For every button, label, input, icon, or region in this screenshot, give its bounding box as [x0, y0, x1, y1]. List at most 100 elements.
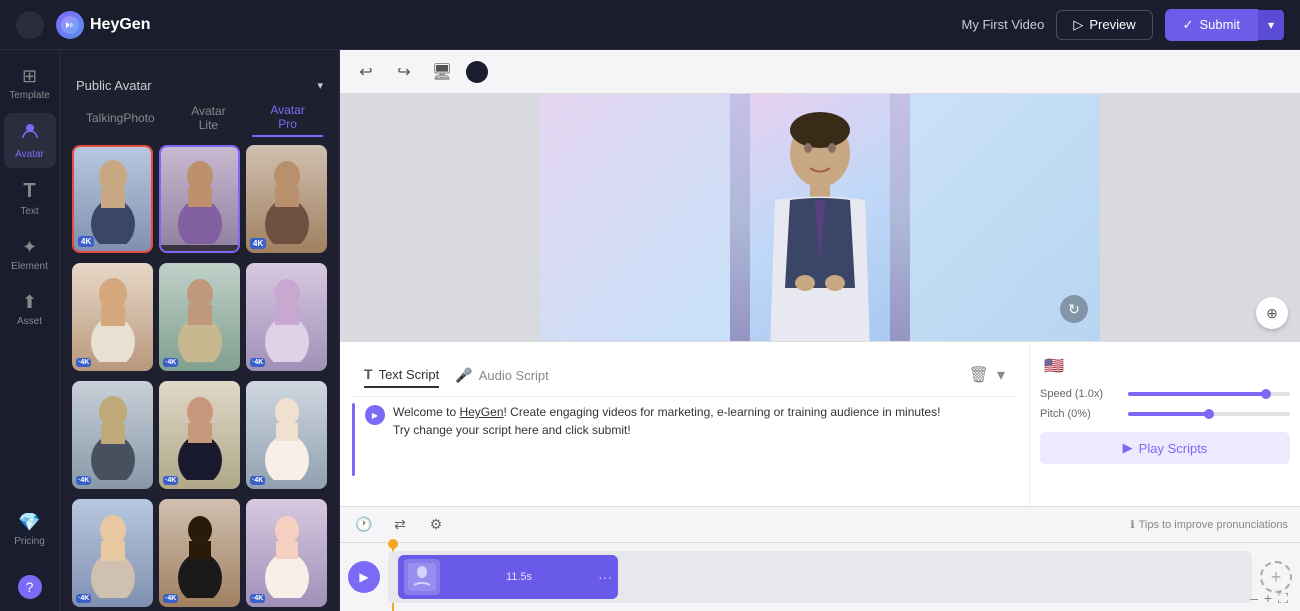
checkmark-icon: ✓ [1183, 17, 1194, 33]
badge-4k-5: ·4K [163, 358, 178, 367]
monitor-button[interactable]: 🖥 [428, 58, 456, 86]
tab-text-script[interactable]: T Text Script [364, 362, 439, 388]
panel-title [60, 50, 339, 72]
sidebar-label-avatar: Avatar [15, 149, 44, 160]
script-text-content[interactable]: Welcome to HeyGen! Create engaging video… [393, 403, 940, 476]
logo-icon [56, 11, 84, 39]
pricing-icon: 💎 [18, 512, 40, 533]
avatar-card-4[interactable]: ·4K [72, 263, 153, 371]
zoom-button[interactable]: ⊕ [1256, 297, 1288, 329]
badge-4k-7: ·4K [76, 476, 91, 485]
sidebar-item-avatar[interactable]: Avatar [4, 113, 56, 168]
zoom-in-icon[interactable]: + [1264, 590, 1272, 607]
text-script-icon: T [364, 366, 373, 382]
avatar-image-9 [246, 381, 327, 489]
script-right: 🇺🇸 Speed (1.0x) Pi [1030, 342, 1300, 506]
text-script-label: Text Script [379, 367, 440, 382]
script-play-icon[interactable]: ▶ [365, 405, 385, 425]
avatar-image-3 [246, 145, 327, 253]
fullscreen-icon[interactable]: ⛶ [1278, 590, 1288, 607]
sidebar-item-help[interactable]: ? [4, 567, 56, 607]
submit-dropdown-button[interactable]: ▾ [1258, 10, 1284, 40]
clock-icon[interactable]: 🕐 [352, 513, 376, 537]
sidebar-item-text[interactable]: T Text [4, 172, 56, 225]
avatar-card-12[interactable]: ·4K [246, 499, 327, 607]
pitch-label: Pitch (0%) [1040, 408, 1120, 420]
text-icon: T [23, 180, 35, 203]
video-title: My First Video [962, 17, 1045, 32]
speed-slider[interactable] [1128, 392, 1290, 396]
timeline-track: 11.5s ··· [388, 551, 1252, 603]
badge-4k-6: ·4K [250, 358, 265, 367]
pitch-thumb[interactable] [1204, 409, 1214, 419]
preview-button[interactable]: ▷ Preview [1056, 10, 1152, 40]
submit-btn-group: ✓ Submit ▾ [1165, 9, 1284, 41]
tips-info-icon: ℹ [1130, 518, 1134, 531]
badge-4k-3: 4K [250, 238, 266, 249]
avatar-name-2 [161, 245, 238, 251]
submit-button[interactable]: ✓ Submit [1165, 9, 1258, 41]
script-tabs: T Text Script 🎤 Audio Script 🗑 ▾ [352, 354, 1017, 397]
apply-voice-text[interactable] [352, 482, 1017, 494]
clip-duration: 11.5s [444, 571, 594, 583]
sidebar-item-asset[interactable]: ⬆ Asset [4, 284, 56, 335]
avatar-card-6[interactable]: ·4K [246, 263, 327, 371]
badge-4k-8: ·4K [163, 476, 178, 485]
color-swatch[interactable] [466, 61, 488, 83]
avatar-card-3[interactable]: 4K [246, 145, 327, 253]
pitch-slider[interactable] [1128, 412, 1290, 416]
sidebar-item-pricing[interactable]: 💎 Pricing [4, 504, 56, 555]
avatar-image-10 [72, 499, 153, 607]
main-layout: ⊞ Template Avatar T Text ✦ Element ⬆ Ass… [0, 50, 1300, 611]
timeline-tools: 🕐 ⇄ ⚙ ℹ Tips to improve pronunciations [340, 507, 1300, 543]
delete-script-icon[interactable]: 🗑 [969, 365, 989, 385]
translate-icon[interactable]: ⇄ [388, 513, 412, 537]
element-icon: ✦ [22, 237, 37, 258]
add-clip-button[interactable]: + [1260, 561, 1292, 593]
avatar-card-5[interactable]: ·4K [159, 263, 240, 371]
avatar-image-8 [159, 381, 240, 489]
timeline-right-controls: – + ⛶ [1250, 590, 1288, 607]
back-button[interactable] [16, 11, 44, 39]
avatar-image-4 [72, 263, 153, 371]
expand-script-icon[interactable]: ▾ [997, 365, 1005, 385]
avatar-card-10[interactable]: ·4K [72, 499, 153, 607]
tab-avatar-pro[interactable]: Avatar Pro [252, 99, 323, 137]
badge-4k-4: ·4K [76, 358, 91, 367]
avatar-card-1[interactable]: 4K [72, 145, 153, 253]
section-toggle-icon[interactable]: ▾ [317, 79, 323, 92]
script-bar [352, 403, 355, 476]
preview-label: Preview [1089, 17, 1135, 32]
sidebar-item-element[interactable]: ✦ Element [4, 229, 56, 280]
canvas-script-area: ↩ ↪ 🖥 [340, 50, 1300, 611]
audio-script-icon: 🎤 [455, 367, 472, 384]
header-left: HeyGen [16, 11, 150, 39]
sidebar-item-template[interactable]: ⊞ Template [4, 58, 56, 109]
timeline-clip-1[interactable]: 11.5s ··· [398, 555, 618, 599]
play-scripts-button[interactable]: ▶ Play Scripts [1040, 432, 1290, 464]
avatar-card-8[interactable]: ·4K [159, 381, 240, 489]
flag-icon: 🇺🇸 [1040, 352, 1068, 380]
timeline-play-button[interactable]: ▶ [348, 561, 380, 593]
speed-thumb[interactable] [1261, 389, 1271, 399]
sidebar-label-text: Text [20, 206, 38, 217]
asset-icon: ⬆ [22, 292, 37, 313]
tab-avatar-lite[interactable]: Avatar Lite [173, 99, 244, 137]
heart-icon-2[interactable]: ♡ [222, 151, 234, 167]
clip-more-icon[interactable]: ··· [598, 569, 612, 585]
avatar-card-11[interactable]: ·4K [159, 499, 240, 607]
settings-icon[interactable]: ⚙ [424, 513, 448, 537]
zoom-out-icon[interactable]: – [1250, 590, 1258, 607]
badge-4k-9: ·4K [250, 476, 265, 485]
tab-audio-script[interactable]: 🎤 Audio Script [455, 363, 549, 388]
rotate-icon: ↻ [1060, 295, 1088, 323]
canvas-toolbar: ↩ ↪ 🖥 [340, 50, 1300, 94]
undo-button[interactable]: ↩ [352, 58, 380, 86]
avatar-card-7[interactable]: ·4K [72, 381, 153, 489]
timeline-area: 🕐 ⇄ ⚙ ℹ Tips to improve pronunciations ▶ [340, 506, 1300, 611]
badge-4k-12: ·4K [250, 594, 265, 603]
avatar-card-9[interactable]: ·4K [246, 381, 327, 489]
redo-button[interactable]: ↪ [390, 58, 418, 86]
avatar-card-2[interactable]: ♡ [159, 145, 240, 253]
tab-talking-photo[interactable]: TalkingPhoto [76, 99, 165, 137]
